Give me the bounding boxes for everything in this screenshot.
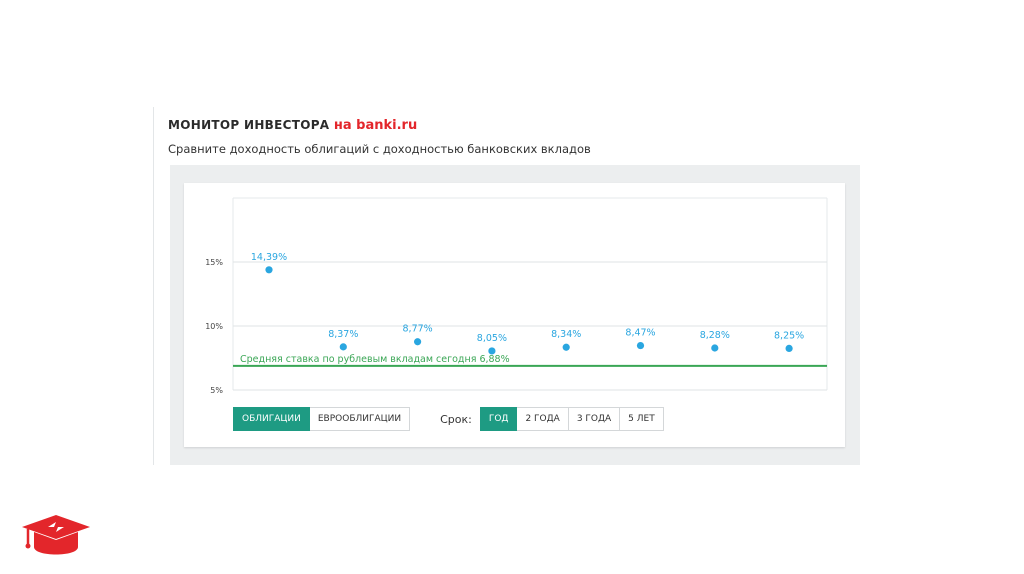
tab-bonds[interactable]: ОБЛИГАЦИИ (233, 407, 310, 431)
tab-term-3-years[interactable]: 3 ГОДА (568, 407, 621, 431)
data-point (636, 341, 645, 350)
term-label: Срок: (440, 412, 472, 426)
yield-chart: 5% 10% 15% Средняя ставка по рублевым вклад… (205, 197, 828, 395)
graduation-cap-logo-icon (22, 515, 90, 555)
data-label: 8,05% (477, 333, 507, 344)
y-tick-label: 10% (205, 322, 223, 331)
tab-term-1-year[interactable]: ГОД (479, 407, 518, 431)
data-label: 14,39% (251, 252, 287, 263)
data-point (785, 344, 793, 352)
y-tick-label: 15% (205, 258, 223, 267)
data-label: 8,28% (700, 330, 730, 341)
y-tick-label: 5% (210, 386, 223, 395)
data-label: 8,34% (551, 329, 581, 340)
data-label: 8,25% (774, 330, 804, 341)
data-point (711, 344, 719, 352)
data-label: 8,77% (403, 324, 433, 335)
tab-eurobonds[interactable]: ЕВРООБЛИГАЦИИ (309, 407, 411, 431)
data-label: 8,47% (625, 328, 655, 339)
bond-type-tabs: ОБЛИГАЦИИ ЕВРООБЛИГАЦИИ (233, 407, 411, 431)
data-point (488, 347, 496, 355)
data-label: 8,37% (328, 329, 358, 340)
controls-bar: ОБЛИГАЦИИ ЕВРООБЛИГАЦИИ Срок: ГОД 2 ГОДА… (233, 407, 664, 431)
tab-term-5-years[interactable]: 5 ЛЕТ (620, 407, 664, 431)
data-point (339, 343, 347, 351)
average-rate-label: Средняя ставка по рублевым вкладам сегод… (240, 354, 510, 365)
data-point (414, 338, 422, 346)
data-point (265, 266, 273, 274)
data-point (562, 343, 570, 351)
term-tabs: ГОД 2 ГОДА 3 ГОДА 5 ЛЕТ (479, 407, 664, 431)
tab-term-2-years[interactable]: 2 ГОДА (517, 407, 569, 431)
